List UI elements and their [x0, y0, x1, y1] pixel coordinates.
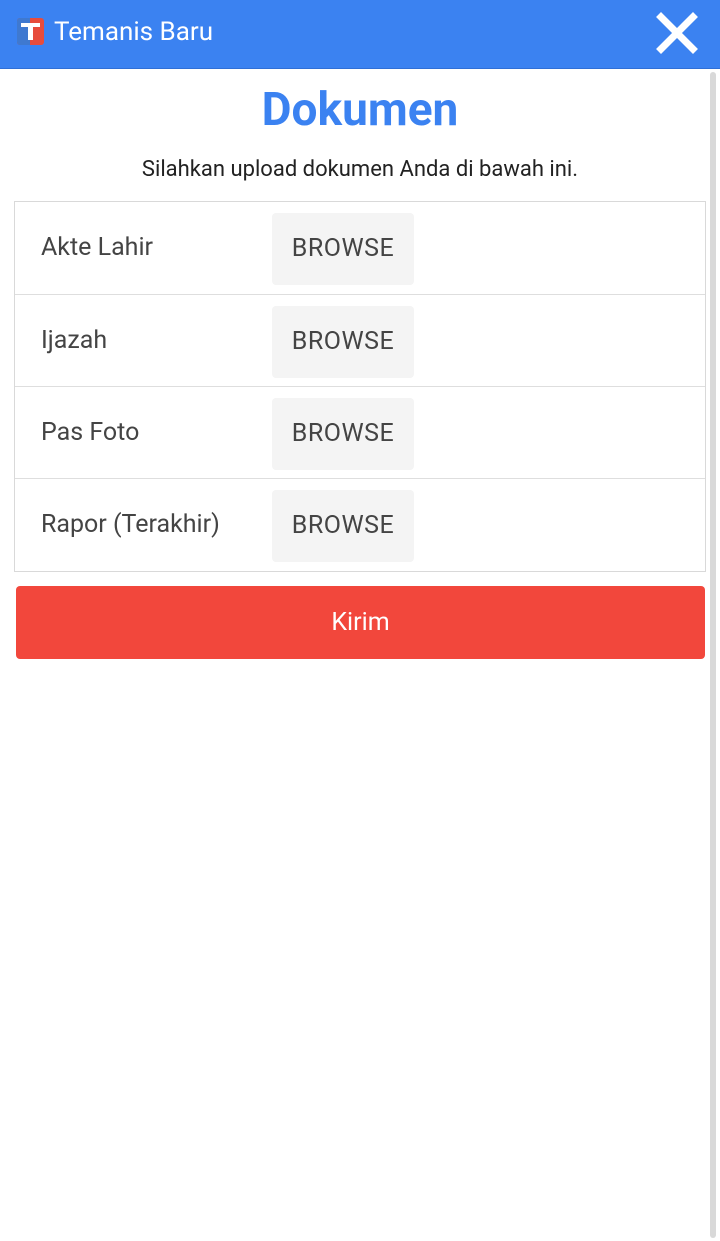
- app-title: Temanis Baru: [54, 17, 214, 47]
- scrollbar[interactable]: [710, 72, 716, 1238]
- close-button[interactable]: [652, 8, 702, 58]
- browse-ijazah-button[interactable]: BROWSE: [272, 306, 414, 378]
- document-label: Pas Foto: [41, 418, 140, 447]
- document-row-akte-lahir: Akte Lahir BROWSE: [15, 202, 705, 294]
- submit-button[interactable]: Kirim: [16, 586, 705, 659]
- document-upload-table: Akte Lahir BROWSE Ijazah BROWSE Pas Foto…: [14, 201, 706, 572]
- browse-akte-lahir-button[interactable]: BROWSE: [272, 213, 414, 285]
- document-label: Ijazah: [41, 326, 108, 355]
- document-row-pas-foto: Pas Foto BROWSE: [15, 386, 705, 479]
- page-subtitle: Silahkan upload dokumen Anda di bawah in…: [141, 157, 579, 182]
- close-icon: [656, 12, 698, 54]
- document-label: Akte Lahir: [41, 233, 153, 262]
- document-row-ijazah: Ijazah BROWSE: [15, 294, 705, 387]
- browse-rapor-button[interactable]: BROWSE: [272, 490, 414, 562]
- app-logo-icon: [17, 18, 44, 45]
- page-title: Dokumen: [261, 83, 459, 137]
- title-bar: Temanis Baru: [0, 0, 720, 69]
- document-label: Rapor (Terakhir): [41, 510, 220, 539]
- browse-pas-foto-button[interactable]: BROWSE: [272, 398, 414, 470]
- document-row-rapor: Rapor (Terakhir) BROWSE: [15, 478, 705, 571]
